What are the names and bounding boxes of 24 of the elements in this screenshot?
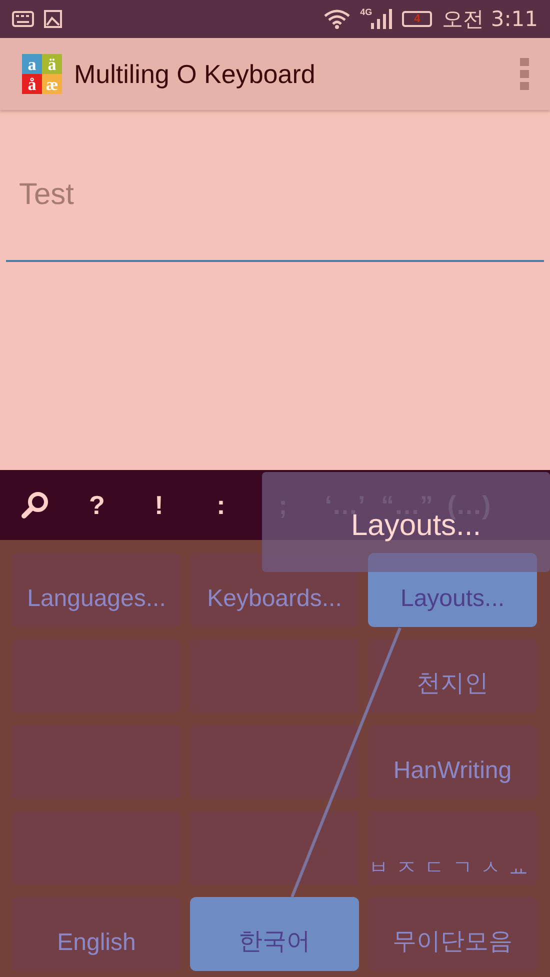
keyboard-icon	[12, 11, 34, 27]
signal-icon	[370, 9, 392, 29]
search-icon[interactable]	[21, 491, 49, 519]
suggestion-key[interactable]: ?	[89, 490, 105, 520]
battery-icon: 4	[402, 11, 432, 27]
keyboard-key[interactable]	[190, 725, 359, 799]
network-label: 4G	[360, 7, 372, 17]
wifi-icon	[324, 9, 350, 29]
app-title: Multiling O Keyboard	[74, 58, 316, 90]
app-logo: a ä å æ	[22, 54, 62, 94]
suggestion-key[interactable]: !	[154, 490, 164, 520]
keyboard-key[interactable]: 한국어	[190, 897, 359, 971]
clock: 오전 3:11	[442, 6, 538, 33]
text-field[interactable]: Test	[6, 154, 544, 262]
keyboard-key[interactable]: HanWriting	[368, 725, 537, 799]
keyboard-key[interactable]: 무이단모음	[368, 897, 537, 971]
keyboard-key[interactable]: English	[12, 897, 181, 971]
menu-icon[interactable]	[520, 58, 530, 90]
keyboard-key[interactable]	[190, 811, 359, 885]
keyboard-key[interactable]: 천지인	[368, 639, 537, 713]
suggestion-key[interactable]: :	[216, 490, 226, 520]
image-icon	[44, 10, 62, 28]
keyboard-key[interactable]: Languages...	[12, 553, 181, 627]
keyboard-key[interactable]: ㅂㅈㄷㄱㅅㅛ	[368, 811, 537, 885]
